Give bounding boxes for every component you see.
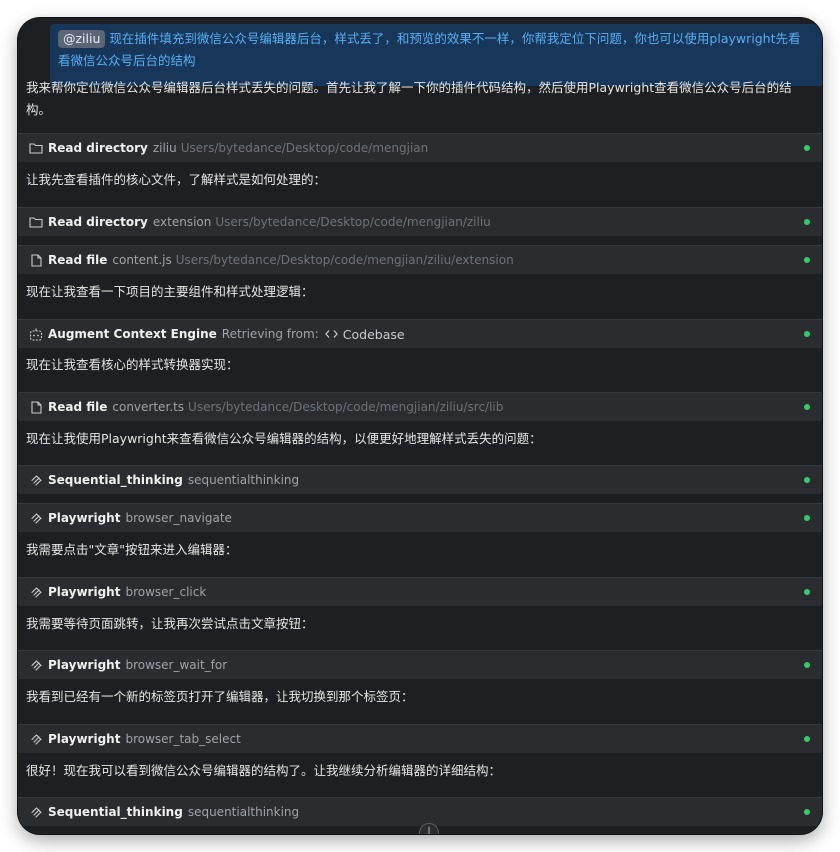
assistant-message: 现在让我查看一下项目的主要组件和样式处理逻辑： — [26, 284, 314, 299]
tool-name: Sequential_thinking — [48, 805, 183, 819]
tool-name: Read file — [48, 253, 108, 267]
tool-arg: Retrieving from: — [221, 327, 319, 341]
status-dot — [804, 257, 810, 263]
tool-path: Users/bytedance/Desktop/code/mengjian/zi… — [215, 215, 491, 229]
status-dot — [804, 219, 810, 225]
status-dot — [804, 331, 810, 337]
tool-call-row[interactable]: Read directory extension Users/bytedance… — [18, 207, 822, 236]
status-dot — [804, 515, 810, 521]
mcp-icon — [26, 659, 46, 672]
tool-arg: browser_navigate — [125, 511, 232, 525]
tool-name: Playwright — [48, 732, 121, 746]
mcp-icon — [26, 806, 46, 819]
tool-name: Read directory — [48, 215, 148, 229]
user-message-text: 现在插件填充到微信公众号编辑器后台，样式丢了，和预览的效果不一样，你帮我定位下问… — [58, 31, 801, 68]
tool-call-row[interactable]: Playwright browser_tab_select — [18, 724, 822, 753]
robot-icon — [26, 328, 46, 341]
status-dot — [804, 809, 810, 815]
tool-call-row[interactable]: Augment Context Engine Retrieving from: … — [18, 319, 822, 348]
assistant-message: 我需要等待页面跳转，让我再次尝试点击文章按钮： — [26, 616, 314, 631]
mcp-icon — [26, 512, 46, 525]
tool-call-row[interactable]: Read file converter.ts Users/bytedance/D… — [18, 392, 822, 421]
status-dot — [804, 736, 810, 742]
mcp-icon — [26, 474, 46, 487]
tool-arg: converter.ts — [112, 400, 185, 414]
file-icon — [26, 400, 46, 414]
tool-arg: content.js — [112, 253, 172, 267]
file-icon — [26, 253, 46, 267]
tool-arg: browser_click — [125, 585, 207, 599]
mcp-icon — [26, 733, 46, 746]
tool-path: Users/bytedance/Desktop/code/mengjian/zi… — [175, 253, 514, 267]
tool-call-row[interactable]: Playwright browser_navigate — [18, 503, 822, 532]
mcp-icon — [26, 586, 46, 599]
tool-path: Users/bytedance/Desktop/code/mengjian/zi… — [188, 400, 504, 414]
tool-path: Users/bytedance/Desktop/code/mengjian — [180, 141, 429, 155]
tool-call-row[interactable]: Read file content.js Users/bytedance/Des… — [18, 245, 822, 274]
tool-name: Playwright — [48, 511, 121, 525]
tool-call-row[interactable]: Sequential_thinking sequentialthinking — [18, 465, 822, 494]
status-dot — [804, 404, 810, 410]
folder-icon — [26, 216, 46, 228]
tool-name: Sequential_thinking — [48, 473, 183, 487]
tool-name: Read directory — [48, 141, 148, 155]
tool-arg: ziliu — [152, 141, 177, 155]
tool-call-row[interactable]: Playwright browser_wait_for — [18, 650, 822, 679]
context-source: Codebase — [342, 326, 405, 342]
tool-name: Playwright — [48, 658, 121, 672]
tool-arg: sequentialthinking — [187, 473, 300, 487]
assistant-message: 我看到已经有一个新的标签页打开了编辑器，让我切换到那个标签页： — [26, 689, 414, 704]
tool-arg: browser_tab_select — [125, 732, 241, 746]
assistant-message: 现在让我查看核心的样式转换器实现： — [26, 357, 239, 372]
tool-call-row[interactable]: Read directory ziliu Users/bytedance/Des… — [18, 133, 822, 162]
status-dot — [804, 477, 810, 483]
folder-icon — [26, 142, 46, 154]
chat-window: @ziliu 现在插件填充到微信公众号编辑器后台，样式丢了，和预览的效果不一样，你… — [18, 18, 822, 834]
mention-chip[interactable]: @ziliu — [58, 30, 106, 48]
tool-name: Augment Context Engine — [48, 327, 217, 341]
status-dot — [804, 145, 810, 151]
tool-arg: sequentialthinking — [187, 805, 300, 819]
tool-call-row[interactable]: Sequential_thinking sequentialthinking — [18, 797, 822, 826]
tool-arg: browser_wait_for — [125, 658, 228, 672]
tool-arg: extension — [152, 215, 212, 229]
status-dot — [804, 589, 810, 595]
status-dot — [804, 662, 810, 668]
code-icon — [325, 329, 339, 339]
tool-name: Read file — [48, 400, 108, 414]
assistant-message: 现在让我使用Playwright来查看微信公众号编辑器的结构，以便更好地理解样式… — [26, 431, 542, 446]
assistant-message: 让我先查看插件的核心文件，了解样式是如何处理的： — [26, 172, 327, 187]
tool-call-row[interactable]: Playwright browser_click — [18, 577, 822, 606]
tool-name: Playwright — [48, 585, 121, 599]
assistant-message: 我来帮你定位微信公众号编辑器后台样式丢失的问题。首先让我了解一下你的插件代码结构… — [26, 80, 792, 117]
assistant-message: 我需要点击"文章"按钮来进入编辑器： — [26, 542, 238, 557]
assistant-message: 很好！现在我可以看到微信公众号编辑器的结构了。让我继续分析编辑器的详细结构： — [26, 763, 502, 778]
